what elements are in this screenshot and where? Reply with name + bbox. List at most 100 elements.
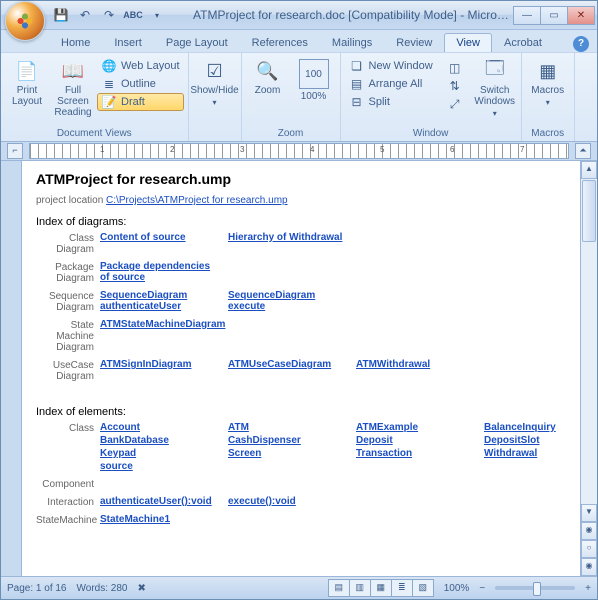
vertical-ruler[interactable] [1,161,22,576]
row-links: StateMachine1 [100,514,580,526]
split-button[interactable]: ⊟Split [345,93,437,111]
draft-button[interactable]: 📝Draft [97,93,184,111]
close-button[interactable]: ✕ [567,6,595,25]
view-side-button[interactable]: ◫ [443,59,467,77]
doc-link[interactable]: Keypad [100,448,220,459]
doc-link[interactable]: ATM [228,422,348,433]
row-label: Interaction [36,496,100,508]
help-icon[interactable]: ? [573,36,589,52]
tab-references[interactable]: References [240,33,320,52]
show-hide-button[interactable]: ☑Show/Hide▾ [193,57,237,109]
browse-next-icon[interactable]: ◉ [581,558,597,576]
group-macros: ▦Macros▾ Macros [522,53,575,141]
redo-icon[interactable]: ↷ [99,5,119,25]
view-print-icon[interactable]: ▤ [328,579,350,597]
view-reading-icon[interactable]: ▥ [349,579,371,597]
doc-link[interactable]: CashDispenser [228,435,348,446]
status-zoom[interactable]: 100% [444,583,470,594]
scroll-thumb[interactable] [582,180,596,242]
zoom-slider[interactable] [495,586,575,590]
doc-link[interactable]: StateMachine1 [100,514,220,526]
doc-link[interactable]: authenticateUser():void [100,496,220,508]
doc-link[interactable]: ATMWithdrawal [356,359,476,382]
doc-link[interactable]: source [100,461,220,472]
zoom-out-icon[interactable]: − [479,583,485,594]
vertical-scrollbar[interactable]: ▲ ▼ ◉ ○ ◉ [580,161,597,576]
browse-prev-icon[interactable]: ◉ [581,522,597,540]
reset-pos-button[interactable]: ⤢ [443,95,467,113]
qat-dropdown-icon[interactable]: ▾ [147,5,167,25]
spellcheck-icon[interactable]: ABC [123,5,143,25]
doc-link[interactable]: SequenceDiagram execute [228,290,348,313]
doc-link[interactable]: DepositSlot [484,435,580,446]
ruler-toggle[interactable]: ⏶ [575,143,591,159]
tab-page-layout[interactable]: Page Layout [154,33,240,52]
group-window: ❏New Window ▤Arrange All ⊟Split ◫ ⇅ ⤢ 🗔S… [341,53,522,141]
print-layout-button[interactable]: 📄Print Layout [5,57,49,109]
new-window-button[interactable]: ❏New Window [345,57,437,75]
zoom-button[interactable]: 🔍Zoom [246,57,290,98]
view-outline-icon[interactable]: ≣ [391,579,413,597]
document-page[interactable]: ATMProject for research.ump project loca… [22,161,580,576]
status-words[interactable]: Words: 280 [77,583,128,594]
proofing-icon[interactable]: ✖ [137,583,145,594]
doc-link[interactable]: Account [100,422,220,433]
office-button[interactable] [5,1,45,41]
doc-link[interactable]: SequenceDiagram authenticateUser [100,290,220,313]
doc-link[interactable]: BalanceInquiry [484,422,580,433]
outline-label: Outline [121,78,156,90]
doc-link[interactable]: Withdrawal [484,448,580,459]
outline-button[interactable]: ≣Outline [97,75,184,93]
tab-home[interactable]: Home [49,33,102,52]
switch-windows-button[interactable]: 🗔Switch Windows▾ [473,57,517,120]
doc-link[interactable]: Transaction [356,448,476,459]
browse-select-icon[interactable]: ○ [581,540,597,558]
draft-label: Draft [121,96,145,108]
doc-link[interactable]: BankDatabase [100,435,220,446]
tab-view[interactable]: View [444,33,492,52]
zoom-slider-thumb[interactable] [533,582,541,596]
tab-stop-selector[interactable]: ⌐ [7,143,23,159]
doc-link[interactable]: execute():void [228,496,348,508]
doc-link[interactable]: Hierarchy of Withdrawal [228,232,348,255]
view-draft-icon[interactable]: ▧ [412,579,434,597]
ruler-row: ⌐ 1 2 3 4 5 6 7 ⏶ [1,142,597,161]
status-page[interactable]: Page: 1 of 16 [7,583,67,594]
print-layout-label: Print Layout [7,85,47,107]
doc-link[interactable]: Content of source [100,232,220,255]
window-title: ATMProject for research.doc [Compatibili… [173,8,514,22]
row-links: ATMSignInDiagram ATMUseCaseDiagram ATMWith… [100,359,580,382]
tab-mailings[interactable]: Mailings [320,33,384,52]
row-links: SequenceDiagram authenticateUser Sequence… [100,290,580,313]
full-screen-reading-button[interactable]: 📖Full Screen Reading [51,57,95,120]
tab-review[interactable]: Review [384,33,444,52]
scroll-up-icon[interactable]: ▲ [581,161,597,179]
location-link[interactable]: C:\Projects\ATMProject for research.ump [106,195,288,206]
horizontal-ruler[interactable]: 1 2 3 4 5 6 7 [29,143,569,159]
doc-link[interactable]: Deposit [356,435,476,446]
macros-button[interactable]: ▦Macros▾ [526,57,570,109]
doc-link[interactable]: ATMUseCaseDiagram [228,359,348,382]
web-layout-button[interactable]: 🌐Web Layout [97,57,184,75]
scroll-down-icon[interactable]: ▼ [581,504,597,522]
scroll-track[interactable] [581,243,597,504]
doc-link[interactable]: Screen [228,448,348,459]
doc-link[interactable]: Package dependencies of source [100,261,220,284]
macros-icon: ▦ [536,59,560,83]
view-web-icon[interactable]: ▦ [370,579,392,597]
undo-icon[interactable]: ↶ [75,5,95,25]
zoom-100-button[interactable]: 100100% [292,57,336,104]
doc-link[interactable]: ATMStateMachineDiagram [100,319,220,353]
doc-link[interactable]: ATMExample [356,422,476,433]
doc-link[interactable]: ATMSignInDiagram [100,359,220,382]
sync-scroll-button[interactable]: ⇅ [443,77,467,95]
minimize-button[interactable]: — [513,6,541,25]
save-icon[interactable]: 💾 [51,5,71,25]
tab-acrobat[interactable]: Acrobat [492,33,554,52]
zoom-in-icon[interactable]: + [585,583,591,594]
row-label: StateMachine [36,514,100,526]
maximize-button[interactable]: ▭ [540,6,568,25]
arrange-all-button[interactable]: ▤Arrange All [345,75,437,93]
doc-title: ATMProject for research.ump [36,171,566,187]
tab-insert[interactable]: Insert [102,33,154,52]
